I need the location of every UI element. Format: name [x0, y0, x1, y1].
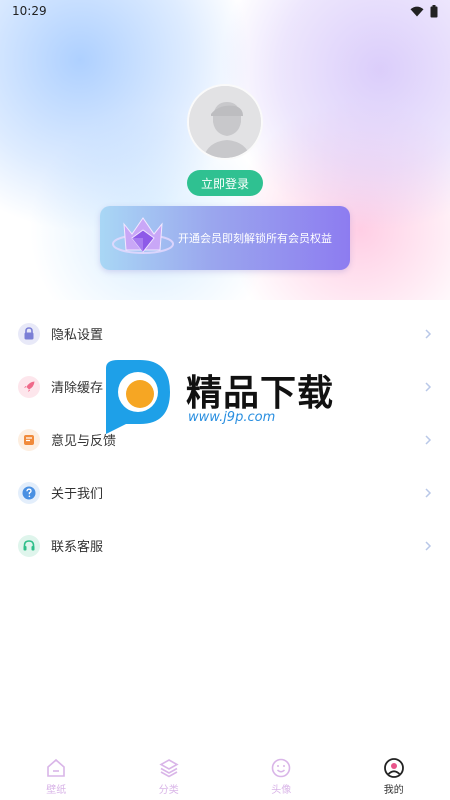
chevron-right-icon	[425, 487, 432, 498]
status-time: 10:29	[12, 4, 47, 18]
smile-icon	[271, 758, 291, 777]
chevron-right-icon	[425, 434, 432, 445]
bottom-tab-bar: 壁纸 分类 头像 我的	[0, 752, 450, 800]
headset-icon	[18, 534, 40, 557]
avatar[interactable]	[187, 84, 263, 160]
tab-label: 分类	[158, 784, 179, 796]
menu-item-privacy[interactable]: 隐私设置	[0, 307, 450, 360]
question-icon	[18, 481, 40, 504]
tab-wallpaper[interactable]: 壁纸	[0, 752, 113, 800]
menu-item-about[interactable]: 关于我们	[0, 466, 450, 519]
watermark-url: www.j9p.com	[188, 410, 276, 425]
tab-mine[interactable]: 我的	[338, 752, 450, 800]
menu-item-label: 清除缓存	[51, 381, 104, 396]
diamond-crown-icon	[112, 217, 174, 254]
chevron-right-icon	[425, 328, 432, 339]
status-bar: 10:29	[0, 0, 450, 22]
feedback-icon	[18, 428, 40, 451]
menu-item-label: 隐私设置	[51, 328, 104, 343]
home-icon	[47, 758, 66, 777]
menu-item-contact-support[interactable]: 联系客服	[0, 519, 450, 572]
login-button[interactable]: 立即登录	[187, 170, 263, 196]
watermark-title: 精品下载	[186, 373, 335, 414]
chevron-right-icon	[425, 540, 432, 551]
watermark-logo-icon	[106, 360, 170, 434]
menu-item-label: 关于我们	[51, 487, 104, 502]
profile-icon	[383, 757, 404, 778]
tab-category[interactable]: 分类	[113, 752, 226, 800]
tab-label: 头像	[271, 784, 292, 796]
chevron-right-icon	[425, 381, 432, 392]
tab-label: 我的	[383, 784, 404, 796]
status-icons	[410, 4, 438, 18]
rocket-icon	[18, 375, 40, 398]
layers-icon	[159, 758, 179, 777]
menu-item-label: 联系客服	[51, 540, 104, 555]
vip-banner-text: 开通会员即刻解锁所有会员权益	[178, 232, 332, 245]
watermark: 精品下载 www.j9p.com	[100, 358, 350, 434]
vip-banner[interactable]: 开通会员即刻解锁所有会员权益	[100, 206, 350, 270]
tab-avatar[interactable]: 头像	[225, 752, 338, 800]
lock-icon	[18, 322, 40, 345]
tab-label: 壁纸	[46, 784, 67, 796]
wifi-icon	[410, 6, 424, 16]
settings-menu: 隐私设置 清除缓存 意见与反馈 关于我们 联系客服	[0, 307, 450, 572]
battery-icon	[430, 4, 438, 17]
